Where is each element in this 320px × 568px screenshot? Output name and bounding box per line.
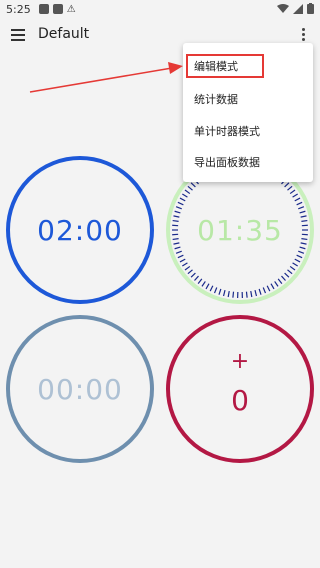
menu-item-edit-mode[interactable]: 编辑模式 — [183, 51, 313, 81]
progress-tick — [177, 254, 184, 259]
status-system-icons — [277, 3, 314, 14]
progress-tick — [299, 210, 306, 214]
progress-tick — [258, 288, 262, 295]
progress-tick — [182, 193, 188, 198]
menu-icon[interactable] — [11, 29, 25, 41]
progress-tick — [179, 197, 186, 202]
progress-tick — [292, 193, 298, 198]
progress-tick — [301, 219, 308, 222]
progress-tick — [266, 285, 271, 292]
progress-tick — [289, 265, 296, 271]
app-icon — [38, 4, 49, 14]
progress-tick — [172, 219, 179, 222]
battery-icon — [307, 3, 314, 14]
progress-tick — [301, 238, 308, 241]
progress-tick — [274, 281, 279, 287]
progress-tick — [227, 290, 230, 298]
progress-tick — [299, 246, 306, 250]
progress-tick — [187, 185, 193, 191]
progress-tick — [175, 206, 182, 210]
progress-tick — [177, 201, 184, 206]
progress-tick — [300, 215, 307, 218]
progress-tick — [197, 278, 203, 284]
progress-tick — [287, 185, 293, 191]
menu-item-statistics[interactable]: 统计数据 — [183, 84, 313, 114]
progress-tick — [296, 254, 303, 259]
progress-tick — [292, 262, 298, 267]
timer-value: 00:00 — [37, 372, 123, 406]
status-bar: 5:25 ⚠ — [0, 0, 320, 18]
progress-tick — [173, 242, 180, 245]
menu-item-export-panel-data[interactable]: 导出面板数据 — [183, 147, 313, 177]
progress-tick — [172, 238, 179, 241]
progress-tick — [174, 246, 181, 250]
counter-value: 0 — [231, 383, 249, 417]
progress-tick — [173, 215, 180, 218]
progress-tick — [222, 290, 226, 297]
progress-tick — [298, 250, 305, 254]
timer-value: 02:00 — [37, 213, 123, 247]
progress-tick — [190, 182, 196, 188]
wifi-icon — [277, 3, 289, 13]
progress-tick — [209, 285, 214, 292]
progress-tick — [262, 287, 267, 294]
progress-tick — [294, 258, 301, 263]
progress-tick — [298, 206, 305, 210]
progress-tick — [294, 197, 301, 202]
progress-tick — [284, 182, 290, 188]
menu-item-single-timer-mode[interactable]: 单计时器模式 — [183, 116, 313, 146]
progress-tick — [289, 189, 296, 195]
progress-tick — [284, 272, 290, 278]
progress-tick — [174, 210, 181, 214]
progress-tick — [232, 291, 235, 298]
counter-circle[interactable]: + 0 — [166, 315, 314, 463]
progress-tick — [175, 250, 182, 254]
progress-tick — [218, 288, 222, 295]
progress-tick — [277, 278, 283, 284]
progress-tick — [281, 275, 286, 281]
signal-icon — [293, 3, 303, 14]
progress-tick — [205, 283, 210, 290]
notification-icon: ⚠ — [66, 3, 76, 15]
status-notification-icons: ⚠ — [38, 3, 76, 15]
timer-circle-1[interactable]: 02:00 — [6, 156, 154, 304]
overflow-menu: 编辑模式 统计数据 单计时器模式 导出面板数据 — [183, 43, 313, 182]
page-title: Default — [38, 26, 90, 42]
progress-tick — [213, 287, 218, 294]
progress-tick — [300, 242, 307, 245]
timer-circle-3[interactable]: 00:00 — [6, 315, 154, 463]
plus-icon[interactable]: + — [231, 350, 249, 372]
progress-tick — [245, 291, 248, 298]
progress-tick — [296, 201, 303, 206]
status-time: 5:25 — [6, 2, 31, 16]
app-icon — [52, 4, 63, 14]
progress-tick — [187, 269, 193, 275]
progress-tick — [287, 269, 293, 275]
progress-tick — [250, 290, 253, 298]
progress-tick — [201, 281, 206, 287]
progress-tick — [194, 275, 199, 281]
progress-tick — [182, 262, 188, 267]
progress-tick — [184, 265, 191, 271]
progress-tick — [179, 258, 186, 263]
progress-tick — [270, 283, 275, 290]
progress-tick — [190, 272, 196, 278]
progress-tick — [184, 189, 191, 195]
progress-tick — [254, 290, 258, 297]
